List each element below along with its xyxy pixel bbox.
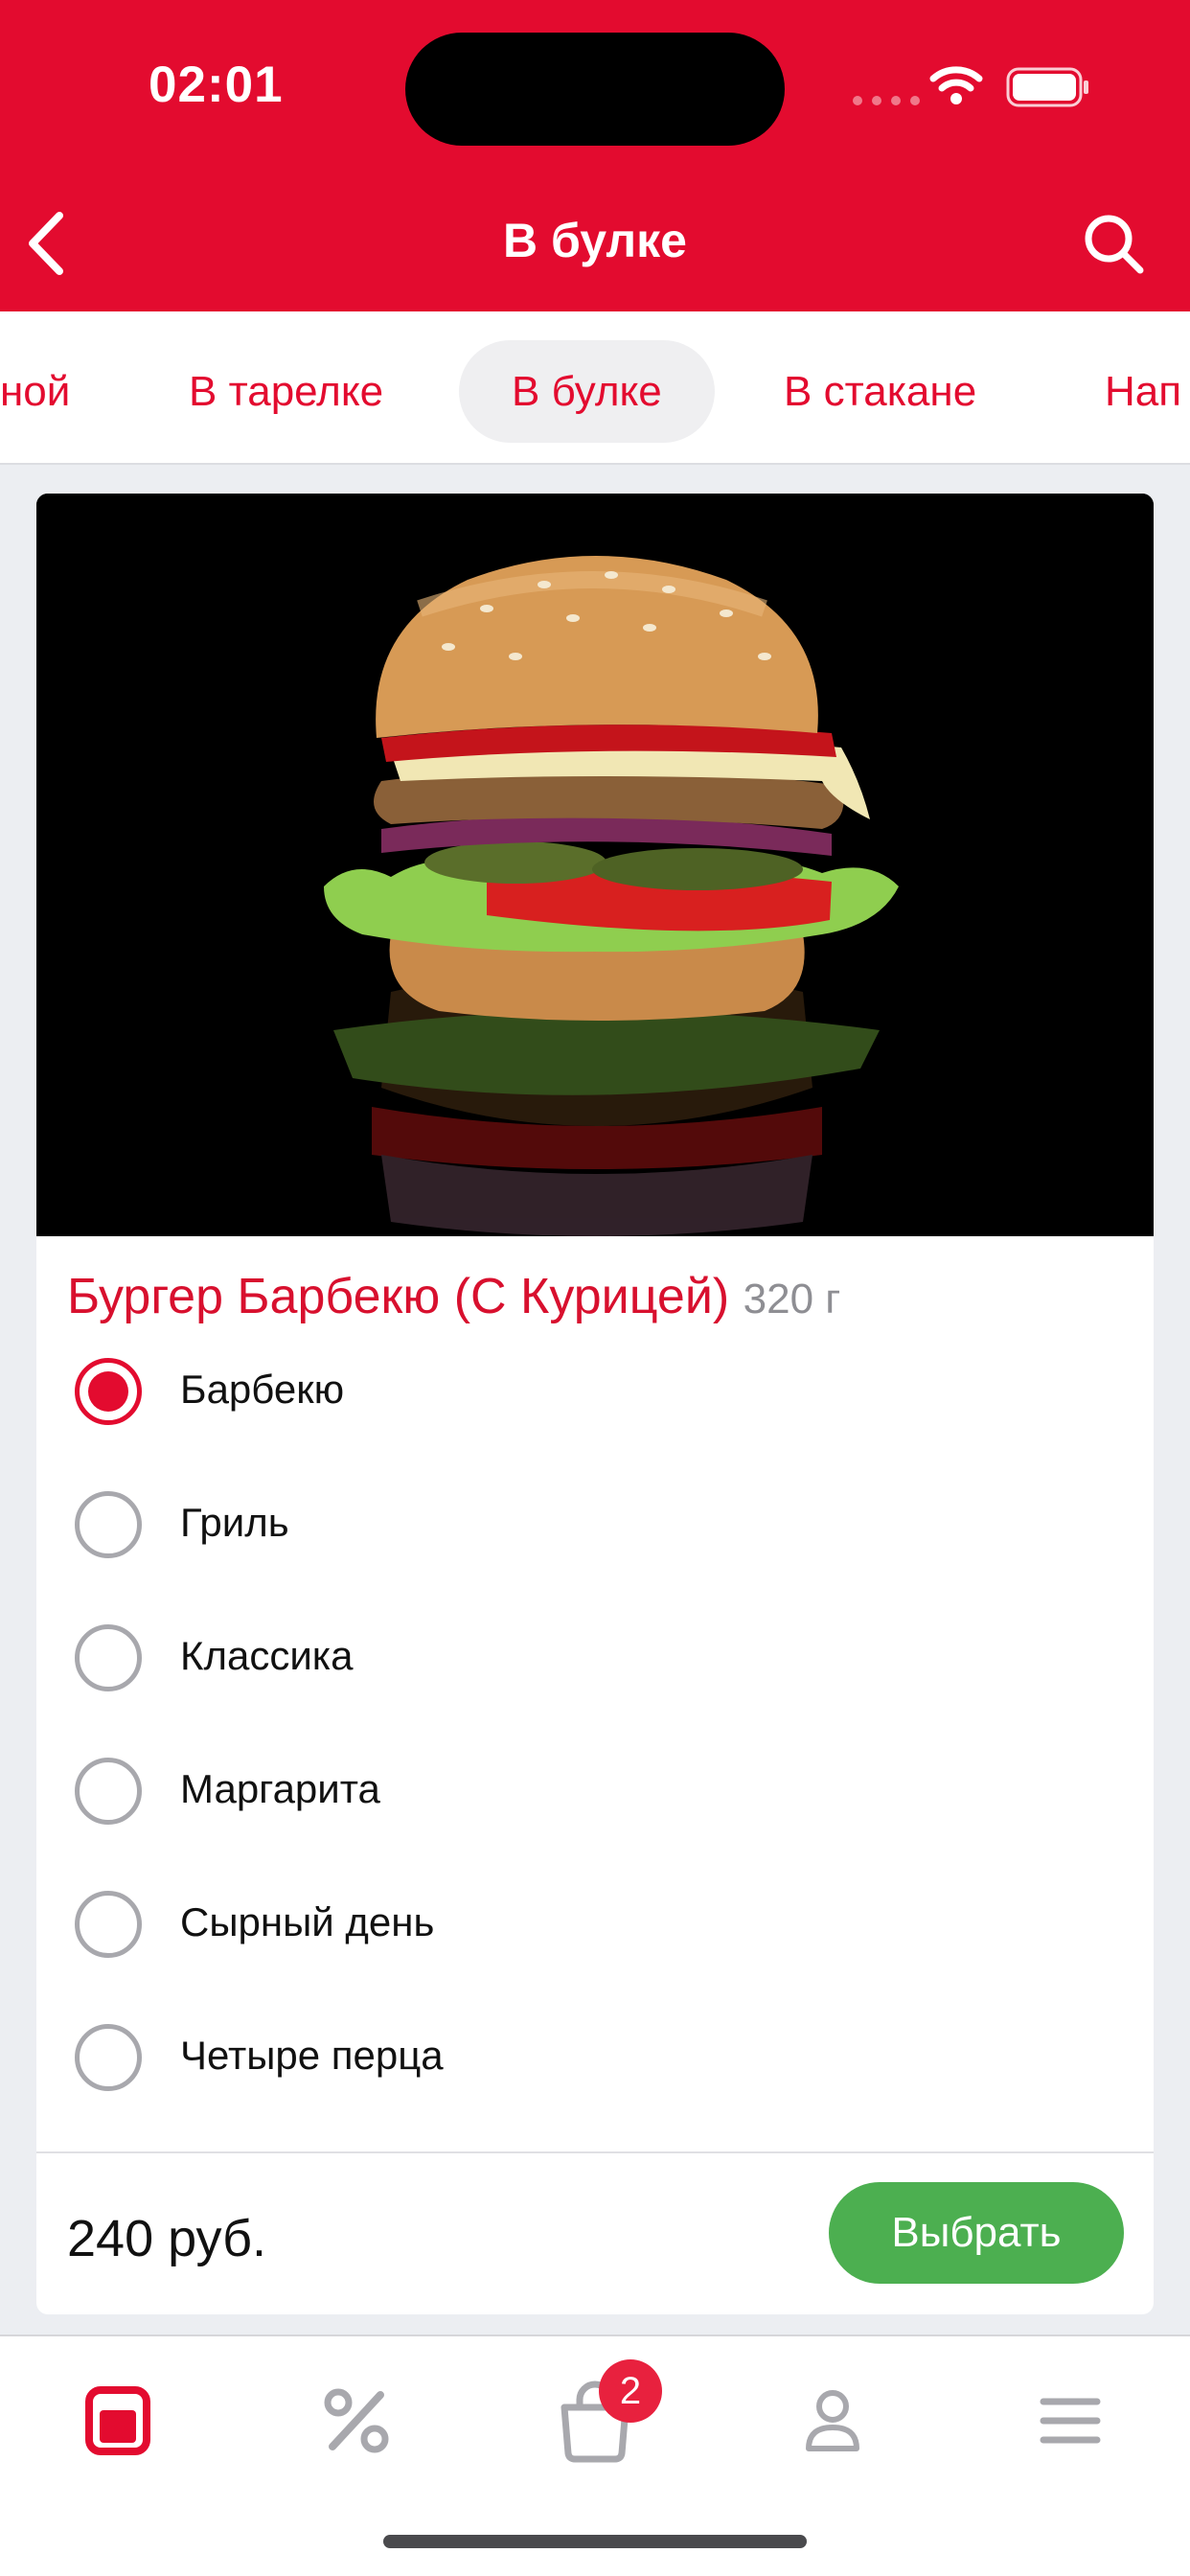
cellular-signal-icon bbox=[853, 96, 920, 105]
tab-v-tarelke[interactable]: В тарелке bbox=[136, 340, 436, 443]
page-title: В булке bbox=[503, 214, 687, 267]
option-syrnyi-den[interactable]: Сырный день bbox=[36, 1857, 1154, 1990]
product-price: 240 руб. bbox=[67, 2210, 267, 2267]
tab-partial-left[interactable]: ной bbox=[0, 340, 123, 443]
tab-v-bulke[interactable]: В булке bbox=[459, 340, 715, 443]
tab-profile[interactable] bbox=[785, 2373, 881, 2469]
option-chetyre-pertsa[interactable]: Четыре перца bbox=[36, 1990, 1154, 2124]
status-time: 02:01 bbox=[149, 57, 284, 113]
tab-menu[interactable] bbox=[70, 2373, 166, 2469]
search-button[interactable] bbox=[1081, 211, 1148, 278]
option-label: Четыре перца bbox=[180, 2033, 444, 2078]
battery-icon bbox=[1006, 67, 1088, 107]
option-barbekyu[interactable]: Барбекю bbox=[36, 1324, 1154, 1458]
search-icon bbox=[1085, 215, 1144, 274]
cart-badge: 2 bbox=[599, 2359, 662, 2423]
app-header: 02:01 В булке bbox=[0, 0, 1190, 311]
option-label: Маргарита bbox=[180, 1766, 380, 1811]
option-margarita[interactable]: Маргарита bbox=[36, 1724, 1154, 1857]
tab-more[interactable] bbox=[1022, 2373, 1118, 2469]
menu-card-icon bbox=[85, 2386, 150, 2455]
card-divider bbox=[36, 2151, 1154, 2153]
dynamic-island bbox=[405, 33, 785, 146]
radio-selected[interactable] bbox=[75, 1358, 142, 1425]
category-tabs: ной В тарелке В булке В стакане Нап bbox=[0, 311, 1190, 465]
product-name: Бургер Барбекю (С Курицей) bbox=[67, 1269, 730, 1324]
profile-icon bbox=[806, 2390, 859, 2451]
tab-v-stakane[interactable]: В стакане bbox=[731, 340, 1029, 443]
option-label: Барбекю bbox=[180, 1367, 345, 1412]
hamburger-menu-icon bbox=[1040, 2398, 1101, 2444]
select-button[interactable]: Выбрать bbox=[829, 2182, 1124, 2284]
option-label: Классика bbox=[180, 1633, 354, 1678]
percent-icon bbox=[324, 2388, 389, 2453]
product-card: Бургер Барбекю (С Курицей) 320 г Барбекю… bbox=[36, 494, 1154, 2314]
radio-unselected[interactable] bbox=[75, 1491, 142, 1558]
home-indicator bbox=[383, 2535, 807, 2548]
radio-unselected[interactable] bbox=[75, 1758, 142, 1825]
product-photo bbox=[36, 494, 1154, 1236]
option-gril[interactable]: Гриль bbox=[36, 1458, 1154, 1591]
option-label: Гриль bbox=[180, 1500, 289, 1545]
wifi-icon bbox=[929, 66, 983, 104]
radio-unselected[interactable] bbox=[75, 1624, 142, 1691]
tab-partial-right[interactable]: Нап bbox=[1052, 340, 1190, 443]
option-label: Сырный день bbox=[180, 1899, 435, 1944]
option-klassika[interactable]: Классика bbox=[36, 1591, 1154, 1724]
product-weight: 320 г bbox=[743, 1276, 841, 1322]
radio-unselected[interactable] bbox=[75, 2024, 142, 2091]
radio-unselected[interactable] bbox=[75, 1891, 142, 1958]
tab-promotions[interactable] bbox=[309, 2373, 404, 2469]
product-title: Бургер Барбекю (С Курицей) 320 г bbox=[67, 1268, 840, 1325]
